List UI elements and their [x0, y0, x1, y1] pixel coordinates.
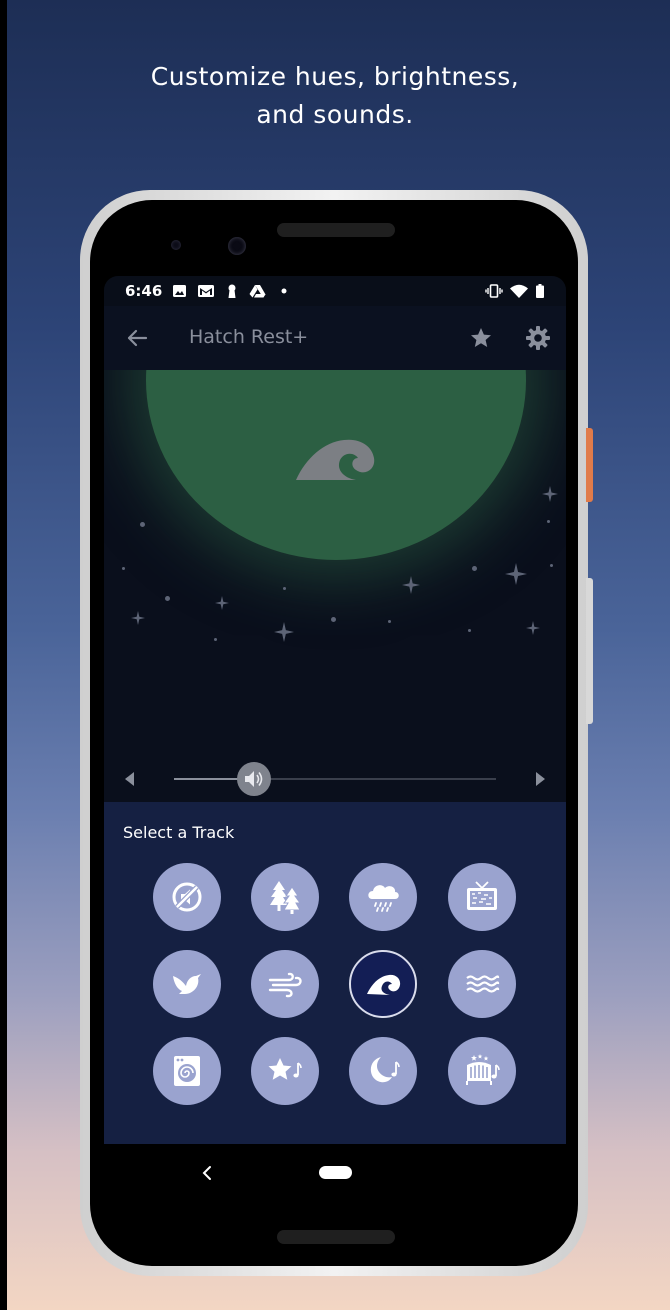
power-button — [586, 428, 593, 502]
earpiece-speaker — [277, 223, 395, 237]
sparkle-icon — [402, 576, 420, 594]
track-lullaby[interactable] — [349, 1037, 417, 1105]
star-icon[interactable] — [469, 326, 493, 350]
app-screen: 6:46 Hatch Rest+ Select a Track — [104, 276, 566, 1144]
light-preview[interactable] — [104, 370, 566, 802]
ocean-wave-icon — [296, 439, 375, 480]
track-ocean[interactable] — [349, 950, 417, 1018]
app-bar: Hatch Rest+ — [104, 306, 566, 370]
trees-icon — [270, 881, 301, 914]
status-bar: 6:46 — [104, 276, 566, 306]
caption-line-1: Customize hues, brightness, — [150, 62, 520, 91]
track-wind[interactable] — [251, 950, 319, 1018]
water-waves-icon — [466, 975, 500, 993]
page-title: Hatch Rest+ — [189, 326, 309, 348]
system-nav-bar — [104, 1144, 566, 1202]
star-dot — [468, 629, 471, 632]
sparkle-icon — [215, 596, 229, 610]
bottom-speaker — [277, 1230, 395, 1244]
wind-icon — [268, 972, 302, 998]
tv-static-icon — [467, 881, 497, 910]
star-dot — [547, 520, 550, 523]
moon-music-icon — [370, 1057, 400, 1083]
track-crib[interactable] — [448, 1037, 516, 1105]
star-dot — [388, 620, 391, 623]
arrow-left-icon[interactable] — [126, 327, 148, 349]
star-dot — [214, 638, 217, 641]
track-dryer[interactable] — [153, 1037, 221, 1105]
star-music-icon — [268, 1058, 302, 1080]
star-dot — [283, 587, 286, 590]
star-dot — [472, 566, 477, 571]
star-dot — [331, 617, 336, 622]
track-panel-title: Select a Track — [123, 823, 235, 842]
mute-icon — [172, 882, 202, 912]
track-birds[interactable] — [153, 950, 221, 1018]
ocean-wave-icon — [367, 974, 401, 995]
gmail-icon — [198, 285, 214, 297]
marketing-caption: Customize hues, brightness, and sounds. — [0, 58, 670, 134]
battery-icon — [536, 284, 544, 298]
bird-icon — [173, 974, 201, 994]
sparkle-icon — [505, 563, 527, 585]
dryer-icon — [174, 1056, 200, 1086]
track-twinkle[interactable] — [251, 1037, 319, 1105]
next-arrow-icon[interactable] — [535, 771, 547, 787]
previous-arrow-icon[interactable] — [123, 771, 135, 787]
sparkle-icon — [526, 621, 540, 635]
gear-icon[interactable] — [525, 325, 551, 351]
nav-back-icon[interactable] — [202, 1165, 212, 1181]
sparkle-icon — [274, 622, 294, 642]
speaker-icon — [245, 771, 263, 787]
rain-cloud-icon — [368, 885, 399, 912]
vibrate-icon — [485, 284, 503, 298]
star-dot — [140, 522, 145, 527]
nav-home-pill[interactable] — [319, 1166, 352, 1179]
star-dot — [122, 567, 125, 570]
keyhole-icon — [228, 284, 236, 298]
volume-slider-knob[interactable] — [237, 762, 271, 796]
image-icon — [173, 285, 186, 297]
wifi-icon — [510, 284, 528, 298]
caption-line-2: and sounds. — [256, 100, 414, 129]
track-rain[interactable] — [349, 863, 417, 931]
crib-music-icon — [466, 1054, 500, 1085]
track-panel: Select a Track — [104, 802, 566, 1144]
status-time: 6:46 — [125, 282, 163, 300]
track-no-sound[interactable] — [153, 863, 221, 931]
track-white-noise[interactable] — [448, 863, 516, 931]
track-forest[interactable] — [251, 863, 319, 931]
proximity-sensor — [171, 240, 181, 250]
star-dot — [550, 564, 553, 567]
dot-icon — [281, 288, 287, 294]
sparkle-icon — [131, 611, 145, 625]
drive-icon — [249, 285, 266, 298]
track-water[interactable] — [448, 950, 516, 1018]
front-camera — [228, 237, 246, 255]
star-dot — [165, 596, 170, 601]
sparkle-icon — [542, 486, 558, 502]
volume-rocker — [586, 578, 593, 724]
left-edge — [0, 0, 7, 1310]
